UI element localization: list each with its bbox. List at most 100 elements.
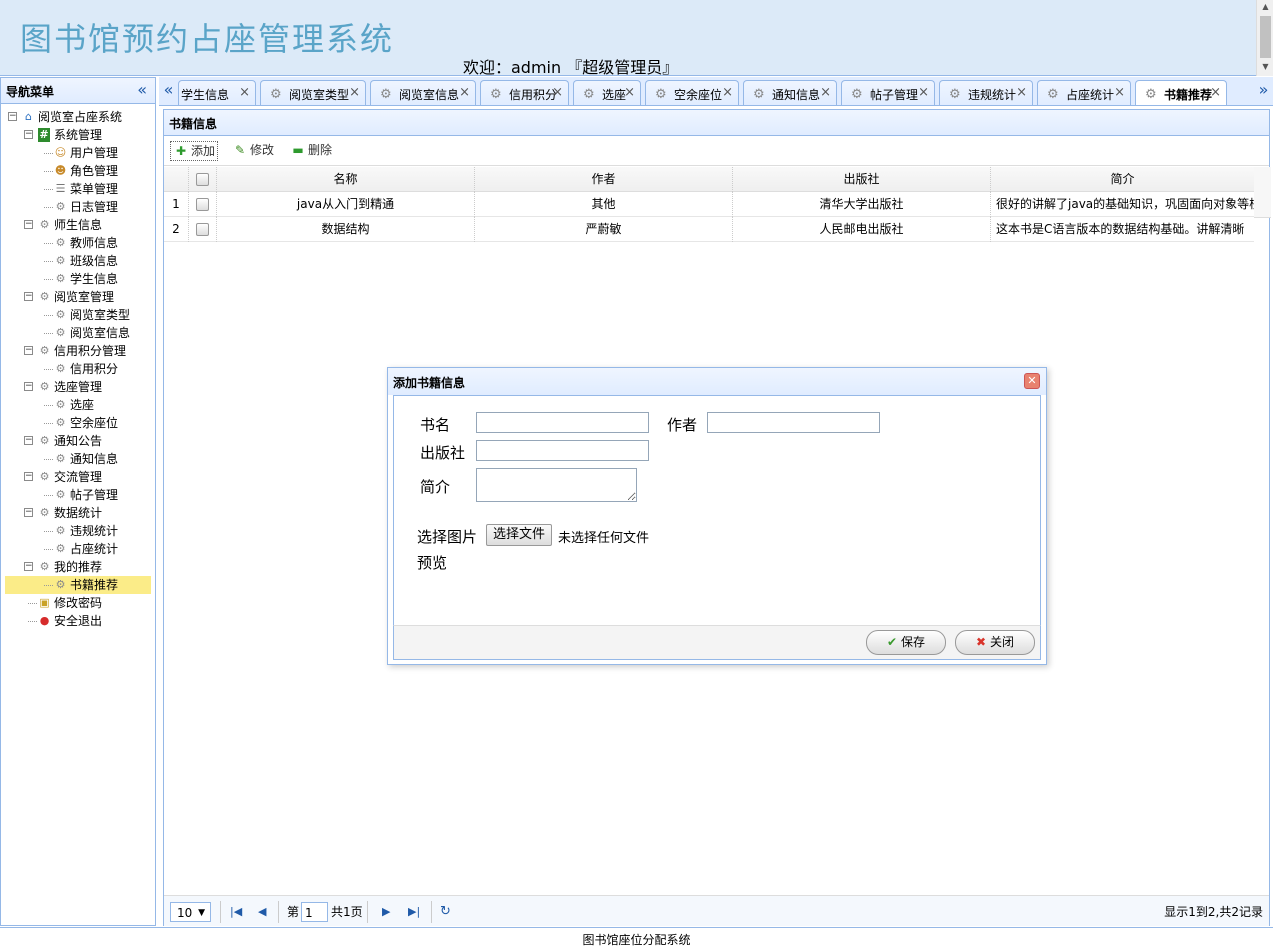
tab-close-icon[interactable]: ×	[1016, 85, 1027, 100]
choose-file-button[interactable]: 选择文件	[486, 524, 553, 546]
table-row[interactable]: 1 java从入门到精通 其他 清华大学出版社 很好的讲解了java的基础知识，…	[164, 192, 1254, 217]
sidebar-item[interactable]: ⚙ 阅览室信息	[5, 324, 151, 342]
book-name-input[interactable]	[476, 412, 649, 433]
tab-item[interactable]: ⚙ 阅览室类型 ×	[260, 80, 366, 105]
sidebar-item[interactable]: ⚙ 信用积分	[5, 360, 151, 378]
sidebar-item[interactable]: − ⚙ 选座管理	[5, 378, 151, 396]
sidebar-item[interactable]: − ⚙ 我的推荐	[5, 558, 151, 576]
sidebar-item[interactable]: ⚙ 帖子管理	[5, 486, 151, 504]
row-checkbox[interactable]	[196, 198, 209, 211]
sidebar-item[interactable]: − # 系统管理	[5, 126, 151, 144]
tab-close-icon[interactable]: ×	[552, 85, 563, 100]
tab-close-icon[interactable]: ×	[459, 85, 470, 100]
tab-item[interactable]: ⚙ 阅览室信息 ×	[370, 80, 476, 105]
sidebar-item[interactable]: ⚙ 占座统计	[5, 540, 151, 558]
select-all-checkbox-cell[interactable]	[189, 167, 217, 192]
page-number-input[interactable]: 1	[301, 902, 328, 922]
sidebar-item[interactable]: − ⚙ 通知公告	[5, 432, 151, 450]
sidebar-item[interactable]: ⚙ 书籍推荐	[5, 576, 151, 594]
column-header-author[interactable]: 作者	[475, 167, 733, 192]
collapse-toggle-icon[interactable]: −	[24, 472, 33, 481]
pager-divider	[431, 901, 432, 923]
collapse-toggle-icon[interactable]: −	[24, 130, 33, 139]
sidebar-item[interactable]: ⚙ 选座	[5, 396, 151, 414]
first-page-icon[interactable]: |◀	[230, 902, 242, 922]
close-button[interactable]: ✖ 关闭	[955, 630, 1035, 655]
sidebar-item[interactable]: − ⌂ 阅览室占座系统	[5, 108, 151, 126]
sidebar-item[interactable]: ⚙ 日志管理	[5, 198, 151, 216]
collapse-toggle-icon[interactable]: −	[24, 382, 33, 391]
tab-close-icon[interactable]: ×	[722, 85, 733, 100]
sidebar-item[interactable]: − ⚙ 师生信息	[5, 216, 151, 234]
sidebar-item[interactable]: ☰ 菜单管理	[5, 180, 151, 198]
row-checkbox-cell[interactable]	[189, 217, 217, 242]
sidebar-item[interactable]: ☻ 角色管理	[5, 162, 151, 180]
add-button[interactable]: ✚ 添加	[170, 141, 219, 161]
scroll-down-icon[interactable]: ▼	[1257, 60, 1273, 74]
tab-item[interactable]: ⚙ 选座 ×	[573, 80, 641, 105]
tab-close-icon[interactable]: ×	[1114, 85, 1125, 100]
row-checkbox[interactable]	[196, 223, 209, 236]
grid-scrollbar[interactable]	[1254, 167, 1271, 218]
delete-button[interactable]: ▬ 删除	[290, 141, 332, 161]
column-header-intro[interactable]: 简介	[991, 167, 1254, 192]
tab-close-icon[interactable]: ×	[1210, 85, 1221, 100]
column-header-publisher[interactable]: 出版社	[733, 167, 991, 192]
tab-close-icon[interactable]: ×	[349, 85, 360, 100]
sidebar-item[interactable]: ⚙ 空余座位	[5, 414, 151, 432]
sidebar-item[interactable]: ⚙ 违规统计	[5, 522, 151, 540]
sidebar-item[interactable]: − ⚙ 数据统计	[5, 504, 151, 522]
scroll-up-icon[interactable]: ▲	[1257, 0, 1273, 14]
tab-close-icon[interactable]: ×	[624, 85, 635, 100]
tab-item[interactable]: ⚙ 信用积分 ×	[480, 80, 569, 105]
sidebar-item[interactable]: ☺ 用户管理	[5, 144, 151, 162]
collapse-toggle-icon[interactable]: −	[24, 220, 33, 229]
tab-item[interactable]: ⚙ 违规统计 ×	[939, 80, 1033, 105]
page-scrollbar[interactable]: ▲ ▼	[1256, 0, 1273, 76]
sidebar-item[interactable]: ⚙ 通知信息	[5, 450, 151, 468]
prev-page-icon[interactable]: ◀	[258, 902, 266, 922]
collapse-toggle-icon[interactable]: −	[24, 346, 33, 355]
sidebar-item[interactable]: ⚙ 学生信息	[5, 270, 151, 288]
tab-close-icon[interactable]: ×	[918, 85, 929, 100]
publisher-input[interactable]	[476, 440, 649, 461]
sidebar-item[interactable]: ⚙ 班级信息	[5, 252, 151, 270]
collapse-toggle-icon[interactable]: −	[24, 508, 33, 517]
tab-item[interactable]: ⚙ 占座统计 ×	[1037, 80, 1131, 105]
sidebar-item[interactable]: − ⚙ 信用积分管理	[5, 342, 151, 360]
select-all-checkbox[interactable]	[196, 173, 209, 186]
tab-item[interactable]: 学生信息 ×	[178, 80, 256, 105]
tab-item[interactable]: ⚙ 空余座位 ×	[645, 80, 739, 105]
edit-button[interactable]: ✎ 修改	[232, 141, 274, 161]
close-icon[interactable]: ✕	[1024, 373, 1040, 389]
sidebar-item[interactable]: − ⚙ 交流管理	[5, 468, 151, 486]
sidebar-item[interactable]: ● 安全退出	[5, 612, 151, 630]
table-row[interactable]: 2 数据结构 严蔚敏 人民邮电出版社 这本书是C语言版本的数据结构基础。讲解清晰	[164, 217, 1254, 242]
collapse-toggle-icon[interactable]: −	[8, 112, 17, 121]
scroll-thumb[interactable]	[1260, 16, 1271, 58]
last-page-icon[interactable]: ▶|	[408, 902, 420, 922]
refresh-icon[interactable]: ↻	[440, 902, 451, 922]
column-header-name[interactable]: 名称	[217, 167, 475, 192]
page-size-select[interactable]: 10 ▼	[170, 902, 211, 922]
tab-item[interactable]: ⚙ 书籍推荐 ×	[1135, 80, 1227, 105]
save-button[interactable]: ✔ 保存	[866, 630, 946, 655]
tab-scroll-right-icon[interactable]: »	[1254, 77, 1273, 105]
tab-close-icon[interactable]: ×	[239, 85, 250, 100]
double-chevron-left-icon[interactable]: «	[137, 80, 147, 99]
collapse-toggle-icon[interactable]: −	[24, 292, 33, 301]
collapse-toggle-icon[interactable]: −	[24, 436, 33, 445]
tab-scroll-left-icon[interactable]: «	[159, 77, 178, 105]
author-input[interactable]	[707, 412, 880, 433]
tab-item[interactable]: ⚙ 通知信息 ×	[743, 80, 837, 105]
row-checkbox-cell[interactable]	[189, 192, 217, 217]
sidebar-item[interactable]: − ⚙ 阅览室管理	[5, 288, 151, 306]
tab-close-icon[interactable]: ×	[820, 85, 831, 100]
next-page-icon[interactable]: ▶	[382, 902, 390, 922]
intro-textarea[interactable]	[476, 468, 637, 502]
sidebar-item[interactable]: ⚙ 教师信息	[5, 234, 151, 252]
sidebar-item[interactable]: ⚙ 阅览室类型	[5, 306, 151, 324]
collapse-toggle-icon[interactable]: −	[24, 562, 33, 571]
sidebar-item[interactable]: ▣ 修改密码	[5, 594, 151, 612]
tab-item[interactable]: ⚙ 帖子管理 ×	[841, 80, 935, 105]
